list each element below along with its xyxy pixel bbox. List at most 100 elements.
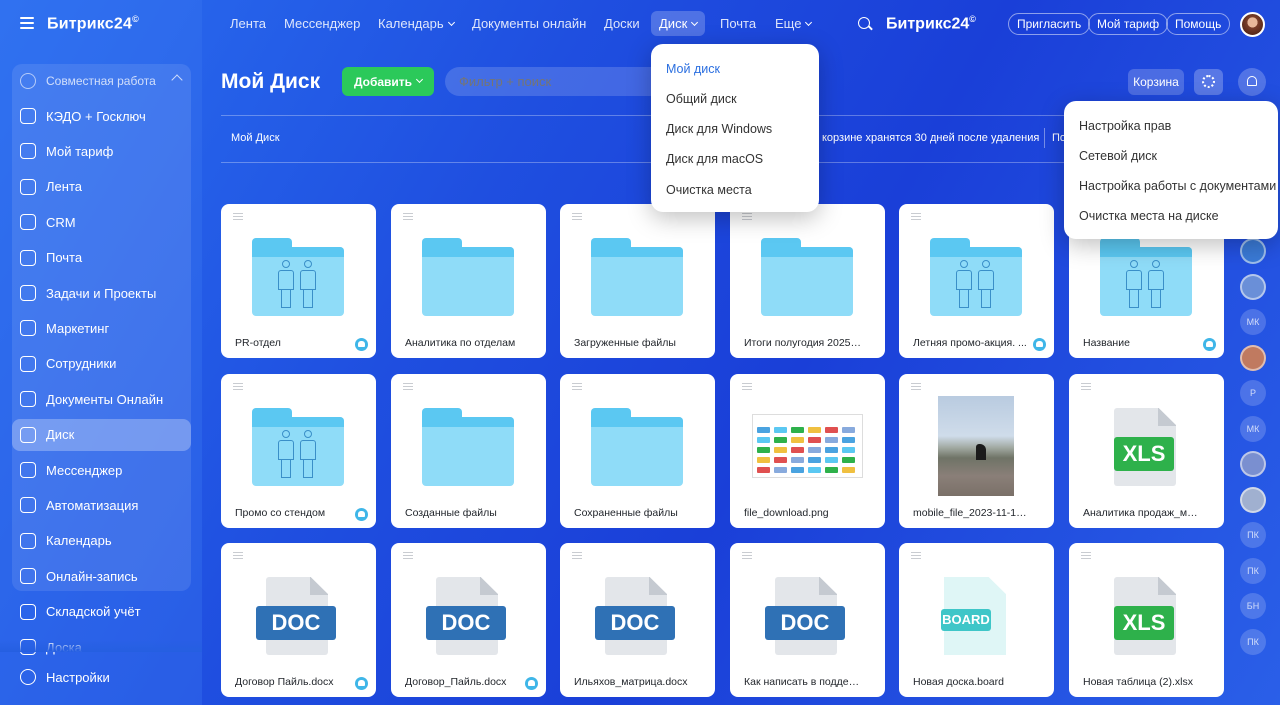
team-avatar[interactable]: ПК (1240, 628, 1266, 655)
sidebar-group-header[interactable]: Совместная работа (12, 65, 191, 97)
menu-item-document-settings[interactable]: Настройка работы с документами (1079, 179, 1276, 193)
settings-button[interactable] (1194, 69, 1223, 95)
my-tariff-button[interactable]: Мой тариф (1088, 13, 1169, 35)
file-name: Сохраненные файлы (574, 507, 678, 519)
sidebar-item[interactable]: Мой тариф (12, 135, 191, 167)
sidebar-item[interactable]: Календарь (12, 525, 191, 557)
drag-handle-icon[interactable] (911, 383, 921, 390)
drag-handle-icon[interactable] (742, 552, 752, 559)
file-card[interactable]: DOC Ильяхов_матрица.docx (560, 543, 715, 697)
drag-handle-icon[interactable] (572, 552, 582, 559)
team-avatar[interactable] (1240, 486, 1266, 513)
menu-item-disk-macos[interactable]: Диск для macOS (666, 152, 763, 166)
sidebar-item[interactable]: Автоматизация (12, 489, 191, 521)
drag-handle-icon[interactable] (911, 552, 921, 559)
file-card[interactable]: DOC Договор_Пайль.docx (391, 543, 546, 697)
sidebar-item[interactable]: Диск (12, 418, 191, 451)
invite-button[interactable]: Пригласить (1008, 13, 1091, 35)
file-card[interactable]: Загруженные файлы (560, 204, 715, 358)
search-icon[interactable] (858, 17, 870, 29)
sidebar-item[interactable]: Онлайн-запись (12, 560, 191, 592)
team-avatar[interactable]: МК (1240, 415, 1266, 442)
nav-disk[interactable]: Диск (651, 11, 706, 36)
sidebar-item[interactable]: Почта (12, 242, 191, 274)
nav-documents[interactable]: Документы онлайн (472, 16, 586, 31)
help-button[interactable]: Помощь (1166, 13, 1231, 35)
sidebar-item[interactable]: CRM (12, 206, 191, 238)
nav-boards[interactable]: Доски (604, 16, 640, 31)
nav-messenger[interactable]: Мессенджер (284, 16, 360, 31)
sidebar-item[interactable]: Лента (12, 171, 191, 203)
sidebar-item-settings[interactable]: Настройки (12, 661, 191, 693)
add-button[interactable]: Добавить (342, 67, 434, 96)
user-avatar[interactable] (1240, 12, 1265, 37)
menu-item-my-disk[interactable]: Мой диск (666, 62, 720, 76)
drag-handle-icon[interactable] (233, 552, 243, 559)
brand-name-top[interactable]: Битрикс24© (886, 14, 976, 33)
team-avatar[interactable] (1240, 344, 1266, 371)
sidebar-item[interactable]: Документы Онлайн (12, 383, 191, 415)
menu-item-cleanup[interactable]: Очистка места (666, 183, 752, 197)
file-card[interactable]: Итоги полугодия 2025_1 (730, 204, 885, 358)
drag-handle-icon[interactable] (233, 213, 243, 220)
team-avatar[interactable]: БН (1240, 593, 1266, 619)
nav-mail[interactable]: Почта (720, 16, 756, 31)
nav-calendar[interactable]: Календарь (378, 16, 455, 31)
file-card[interactable]: Аналитика по отделам (391, 204, 546, 358)
file-card[interactable]: XLS Новая таблица (2).xlsx (1069, 543, 1224, 697)
drag-handle-icon[interactable] (403, 213, 413, 220)
group-people-icon (278, 260, 318, 308)
team-avatar[interactable]: ПК (1240, 557, 1266, 584)
sidebar-item[interactable]: Сотрудники (12, 348, 191, 380)
file-card[interactable]: Сохраненные файлы (560, 374, 715, 528)
team-avatar[interactable]: ПК (1240, 522, 1266, 548)
drag-handle-icon[interactable] (403, 552, 413, 559)
sidebar-item[interactable]: Мессенджер (12, 454, 191, 486)
drag-handle-icon[interactable] (911, 213, 921, 220)
menu-item-common-disk[interactable]: Общий диск (666, 92, 737, 106)
filter-search-input[interactable] (445, 67, 665, 96)
drag-handle-icon[interactable] (403, 383, 413, 390)
file-card[interactable]: Летняя промо-акция. ... (899, 204, 1054, 358)
sidebar-item[interactable]: КЭДО + Госключ (12, 100, 191, 132)
file-card[interactable]: DOC Договор Пайль.docx (221, 543, 376, 697)
employees-icon (20, 355, 36, 372)
file-card[interactable]: DOC Как написать в поддержк... (730, 543, 885, 697)
file-card[interactable]: PR-отдел (221, 204, 376, 358)
drag-handle-icon[interactable] (233, 383, 243, 390)
menu-item-disk-windows[interactable]: Диск для Windows (666, 122, 772, 136)
file-card[interactable]: Промо со стендом (221, 374, 376, 528)
team-avatar[interactable] (1240, 451, 1266, 477)
file-card[interactable]: Созданные файлы (391, 374, 546, 528)
sidebar-item-label: Онлайн-запись (46, 568, 138, 584)
drag-handle-icon[interactable] (1081, 383, 1091, 390)
file-card[interactable]: XLS Аналитика продаж_мене... (1069, 374, 1224, 528)
file-name: Новая таблица (2).xlsx (1083, 676, 1193, 688)
chevron-down-icon (805, 18, 813, 27)
notifications-button[interactable] (1238, 68, 1266, 96)
file-card[interactable]: BOARD Новая доска.board (899, 543, 1054, 697)
sidebar-item[interactable]: Складской учёт (12, 596, 191, 628)
nav-more[interactable]: Еще (775, 16, 813, 31)
menu-item-network-disk[interactable]: Сетевой диск (1079, 149, 1157, 163)
file-card[interactable]: file_download.png (730, 374, 885, 528)
file-card[interactable]: mobile_file_2023-11-10_07-... (899, 374, 1054, 528)
team-avatar[interactable]: Р (1240, 380, 1266, 406)
drag-handle-icon[interactable] (572, 213, 582, 220)
drag-handle-icon[interactable] (572, 383, 582, 390)
breadcrumb[interactable]: Мой Диск (231, 132, 280, 144)
sidebar-item[interactable]: Маркетинг (12, 312, 191, 344)
menu-burger-icon[interactable] (20, 17, 34, 29)
drag-handle-icon[interactable] (742, 213, 752, 220)
drag-handle-icon[interactable] (742, 383, 752, 390)
trash-button[interactable]: Корзина (1128, 69, 1184, 95)
team-avatar[interactable]: МК (1240, 309, 1266, 335)
brand-logo[interactable]: Битрикс24© (47, 14, 139, 33)
team-avatar[interactable] (1240, 238, 1266, 264)
drag-handle-icon[interactable] (1081, 552, 1091, 559)
nav-feed[interactable]: Лента (230, 16, 266, 31)
sidebar-item[interactable]: Задачи и Проекты (12, 277, 191, 309)
menu-item-access-rights[interactable]: Настройка прав (1079, 119, 1171, 133)
team-avatar[interactable] (1240, 273, 1266, 300)
menu-item-disk-cleanup[interactable]: Очистка места на диске (1079, 209, 1219, 223)
